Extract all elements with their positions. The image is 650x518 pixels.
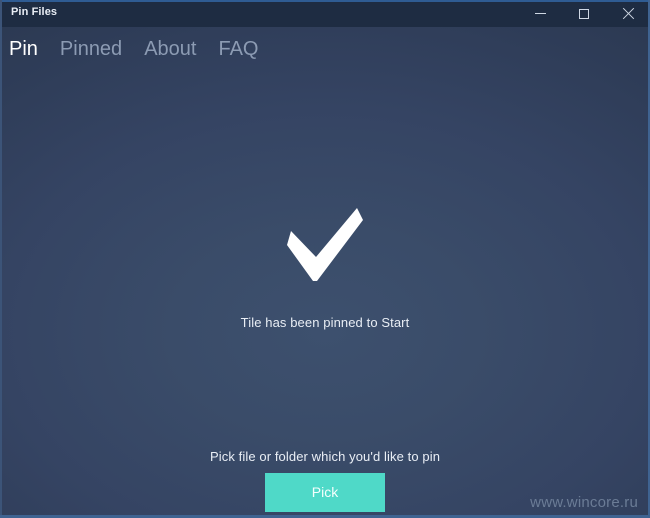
tab-faq[interactable]: FAQ — [218, 35, 258, 63]
tab-pinned[interactable]: Pinned — [60, 35, 122, 63]
minimize-icon — [534, 13, 546, 14]
status-message: Tile has been pinned to Start — [240, 315, 410, 330]
close-icon — [622, 8, 634, 20]
window-top-border — [0, 0, 650, 2]
close-button[interactable] — [606, 0, 650, 27]
nav-tabs: Pin Pinned About FAQ — [0, 35, 650, 69]
maximize-icon — [579, 8, 589, 19]
title-bar[interactable]: Pin Files — [0, 0, 650, 27]
tab-pin[interactable]: Pin — [9, 35, 38, 63]
app-window: Pin Files Pin Pinned About FAQ Tile has … — [0, 0, 650, 518]
window-left-border — [0, 0, 2, 518]
maximize-button[interactable] — [562, 0, 606, 27]
pick-hint-text: Pick file or folder which you'd like to … — [209, 449, 441, 464]
tab-about[interactable]: About — [144, 35, 196, 63]
window-title: Pin Files — [11, 6, 58, 18]
minimize-button[interactable] — [518, 0, 562, 27]
checkmark-icon — [285, 205, 365, 287]
pick-button[interactable]: Pick — [265, 473, 385, 512]
watermark: www.wincore.ru — [530, 494, 638, 511]
content-area: Pin Pinned About FAQ Tile has been pinne… — [0, 27, 650, 518]
